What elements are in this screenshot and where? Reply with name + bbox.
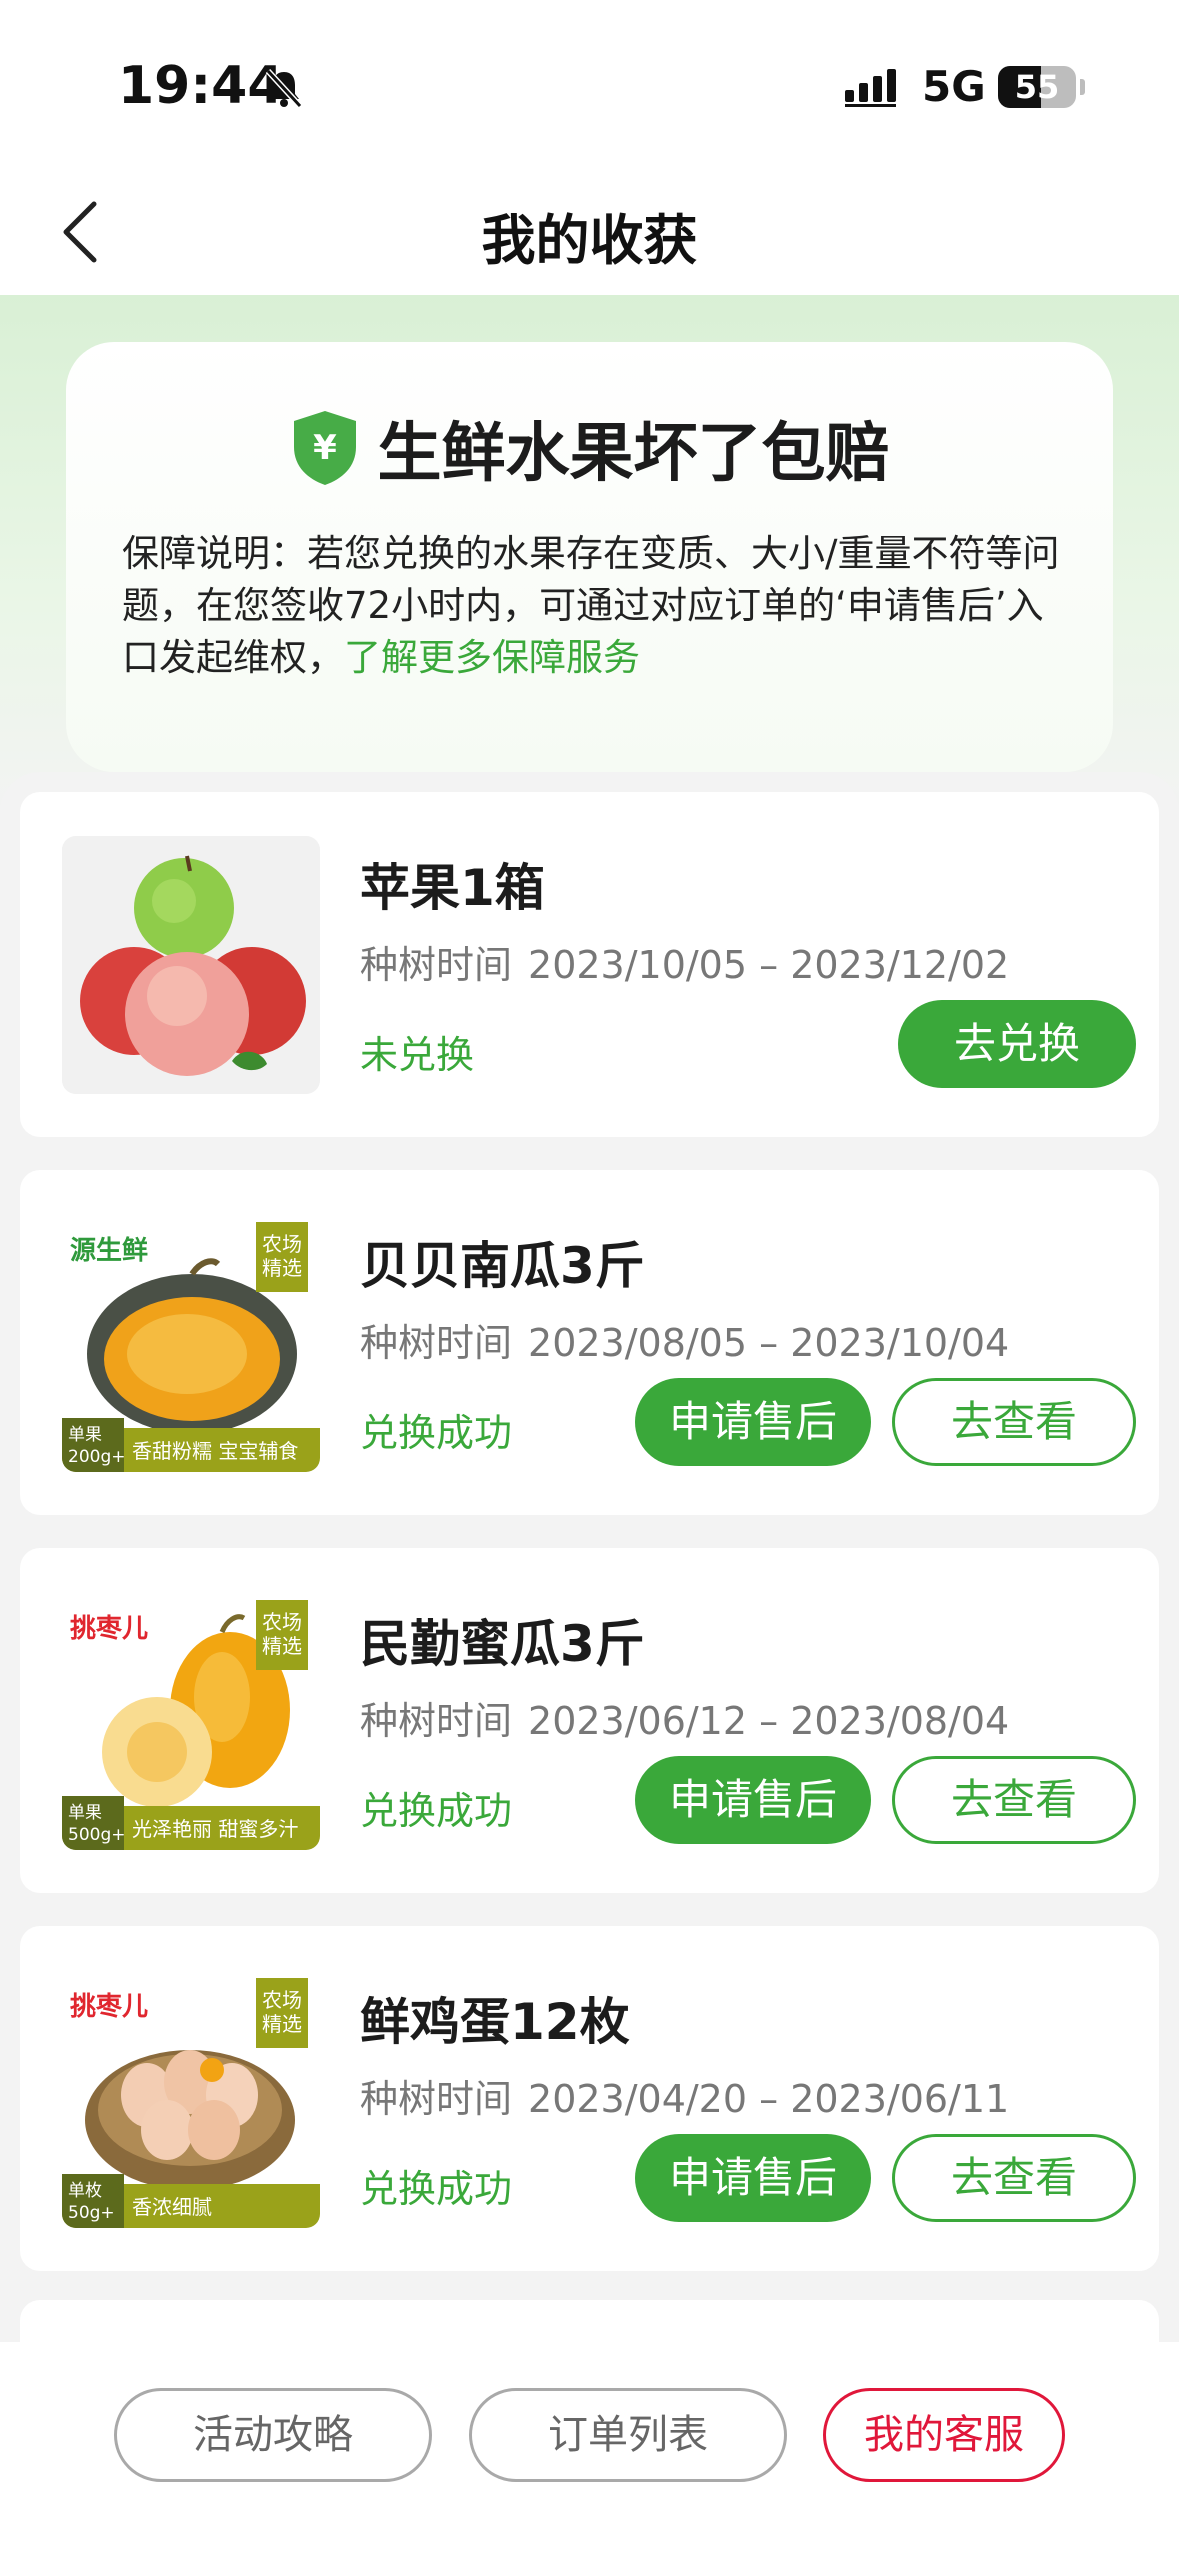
period-value: 2023/06/12 – 2023/08/04 [528, 1699, 1010, 1743]
image-footer-text: 香浓细腻 [132, 2195, 212, 2219]
customer-service-button[interactable]: 我的客服 [823, 2388, 1065, 2482]
item-period: 种树时间 2023/08/05 – 2023/10/04 [360, 1312, 1009, 1367]
item-status: 兑换成功 [360, 1411, 513, 1455]
item-status: 未兑换 [360, 1033, 475, 1077]
view-button[interactable]: 去查看 [892, 1756, 1136, 1844]
signal-icon [845, 69, 896, 107]
learn-more-link[interactable]: 了解更多保障服务 [344, 636, 640, 679]
view-button[interactable]: 去查看 [892, 1378, 1136, 1466]
item-period: 种树时间 2023/04/20 – 2023/06/11 [360, 2068, 1009, 2123]
product-image: 挑枣儿 农场精选 单果500g+ 光泽艳丽 甜蜜多汁 [62, 1592, 320, 1850]
battery-icon: 55 [998, 66, 1076, 108]
farm-badge: 农场精选 [256, 1600, 308, 1670]
status-time: 19:44 [118, 56, 284, 116]
status-bar: 19:44 5G 55 [0, 0, 1179, 170]
after-sales-button[interactable]: 申请售后 [635, 1378, 871, 1466]
farm-badge: 农场精选 [256, 1978, 308, 2048]
guarantee-title: 生鲜水果坏了包赔 [377, 417, 890, 491]
period-label: 种树时间 [360, 943, 513, 987]
order-list-button[interactable]: 订单列表 [469, 2388, 787, 2482]
period-label: 种树时间 [360, 1321, 513, 1365]
image-brand: 挑枣儿 [70, 1992, 149, 2022]
list-item: 挑枣儿 农场精选 单枚50g+ 香浓细腻 鲜鸡蛋12枚 种树时间 2023/04/… [20, 1926, 1159, 2271]
image-footer-text: 香甜粉糯 宝宝辅食 [132, 1439, 299, 1463]
product-image: 挑枣儿 农场精选 单枚50g+ 香浓细腻 [62, 1970, 320, 2228]
shield-icon: ¥ [293, 411, 356, 485]
list-item: 源生鲜 农场精选 单果200g+ 香甜粉糯 宝宝辅食 贝贝南瓜3斤 种树时间 20… [20, 1170, 1159, 1515]
image-footer-weight: 单果500g+ [62, 1796, 125, 1850]
image-footer-weight: 单枚50g+ [62, 2174, 124, 2228]
item-period: 种树时间 2023/10/05 – 2023/12/02 [360, 934, 1009, 989]
after-sales-button[interactable]: 申请售后 [635, 1756, 871, 1844]
after-sales-button[interactable]: 申请售后 [635, 2134, 871, 2222]
activity-guide-button[interactable]: 活动攻略 [114, 2388, 432, 2482]
list-item: 苹果1箱 种树时间 2023/10/05 – 2023/12/02 未兑换 去兑换 [20, 792, 1159, 1137]
item-status: 兑换成功 [360, 2167, 513, 2211]
guarantee-description: 保障说明：若您兑换的水果存在变质、大小/重量不符等问题，在您签收72小时内，可通… [122, 528, 1072, 684]
image-footer-weight: 单果200g+ [62, 1418, 125, 1472]
apple-image [62, 836, 320, 1094]
period-label: 种树时间 [360, 1699, 513, 1743]
redeem-button[interactable]: 去兑换 [898, 1000, 1136, 1088]
item-status: 兑换成功 [360, 1789, 513, 1833]
page-title: 我的收获 [481, 209, 698, 272]
shield-symbol: ¥ [313, 428, 337, 468]
battery-tip [1080, 79, 1085, 95]
item-name: 贝贝南瓜3斤 [360, 1237, 645, 1295]
product-image: 源生鲜 农场精选 单果200g+ 香甜粉糯 宝宝辅食 [62, 1214, 320, 1472]
image-brand: 挑枣儿 [70, 1614, 149, 1644]
network-type: 5G [922, 62, 986, 111]
list-item: 挑枣儿 农场精选 单果500g+ 光泽艳丽 甜蜜多汁 民勤蜜瓜3斤 种树时间 20… [20, 1548, 1159, 1893]
period-label: 种树时间 [360, 2077, 513, 2121]
image-brand: 源生鲜 [70, 1236, 149, 1266]
item-period: 种树时间 2023/06/12 – 2023/08/04 [360, 1690, 1009, 1745]
bottom-bar: 活动攻略 订单列表 我的客服 [0, 2342, 1179, 2556]
view-button[interactable]: 去查看 [892, 2134, 1136, 2222]
period-value: 2023/08/05 – 2023/10/04 [528, 1321, 1010, 1365]
guarantee-title-row: ¥ 生鲜水果坏了包赔 [66, 402, 1113, 494]
item-name: 苹果1箱 [360, 859, 545, 917]
item-name: 民勤蜜瓜3斤 [360, 1615, 645, 1673]
period-value: 2023/10/05 – 2023/12/02 [528, 943, 1010, 987]
product-image [62, 836, 320, 1094]
image-footer-text: 光泽艳丽 甜蜜多汁 [132, 1817, 299, 1841]
item-name: 鲜鸡蛋12枚 [360, 1993, 630, 2051]
guarantee-card: ¥ 生鲜水果坏了包赔 保障说明：若您兑换的水果存在变质、大小/重量不符等问题，在… [66, 342, 1113, 772]
farm-badge: 农场精选 [256, 1222, 308, 1292]
header: 我的收获 [0, 170, 1179, 295]
battery-text: 55 [1014, 68, 1060, 106]
period-value: 2023/04/20 – 2023/06/11 [528, 2077, 1010, 2121]
bell-muted-icon [265, 68, 303, 109]
